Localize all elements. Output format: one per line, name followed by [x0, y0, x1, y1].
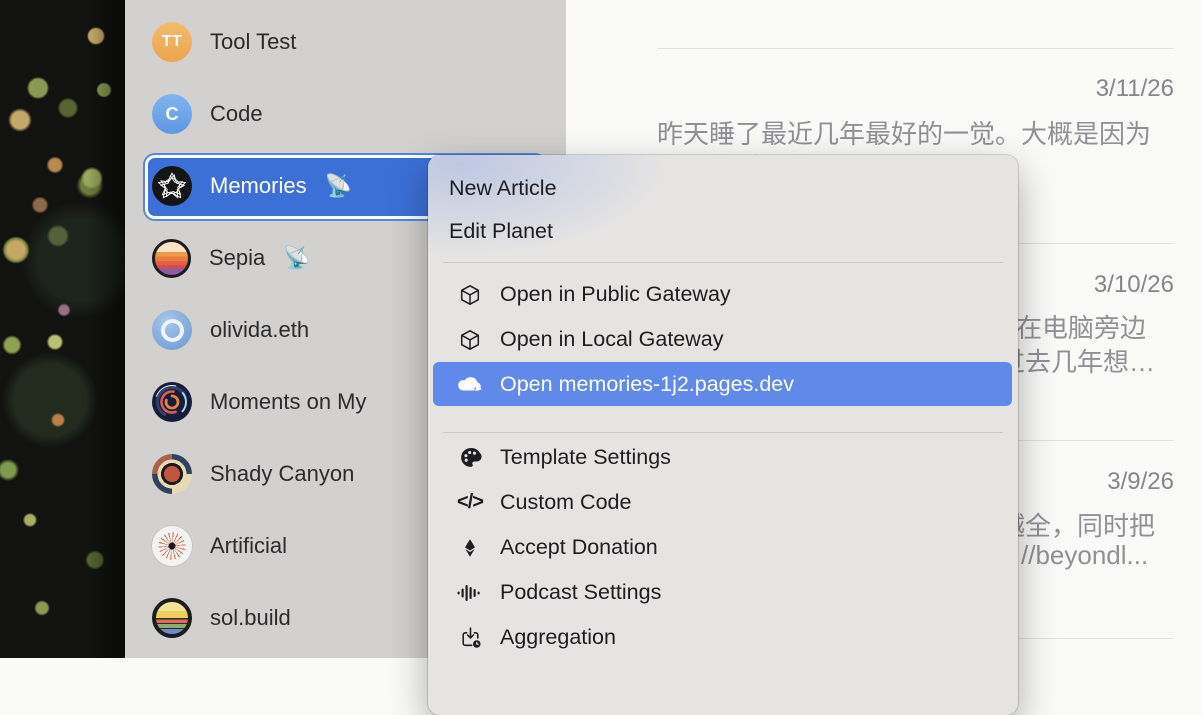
cube-icon	[455, 283, 485, 307]
menu-item-open-pages-dev[interactable]: Open memories-1j2.pages.dev	[433, 362, 1012, 406]
avatar-initials: TT	[162, 33, 183, 51]
menu-item-label: New Article	[449, 176, 557, 201]
article-date: 3/9/26	[1107, 468, 1174, 496]
article-date: 3/11/26	[1096, 75, 1174, 103]
cube-icon	[455, 328, 485, 352]
ring-icon	[161, 319, 184, 342]
sidebar-item-label: Artificial	[210, 533, 287, 559]
sidebar-item-label: Shady Canyon	[210, 461, 354, 487]
menu-item-label: Accept Donation	[500, 535, 658, 560]
planet-avatar-code: C	[152, 94, 192, 134]
menu-item-custom-code[interactable]: </> Custom Code	[428, 480, 1018, 525]
ethereum-icon	[455, 537, 485, 559]
sidebar-item-code[interactable]: C Code	[125, 78, 565, 150]
article-summary-line: 越全，同时把	[999, 506, 1155, 543]
article-summary-line: 在电脑旁边	[1016, 308, 1146, 345]
sidebar-item-label: Memories	[210, 173, 307, 199]
sidebar-item-label: Tool Test	[210, 29, 296, 55]
desktop-wallpaper	[0, 0, 125, 658]
menu-item-label: Custom Code	[500, 490, 631, 515]
palette-icon	[455, 445, 485, 470]
menu-item-label: Aggregation	[500, 625, 616, 650]
article-summary-line: //beyondl...	[1021, 540, 1148, 571]
planet-avatar-memories	[152, 166, 192, 206]
menu-separator	[443, 262, 1003, 263]
planet-avatar-tool-test: TT	[152, 22, 192, 62]
menu-item-open-public-gateway[interactable]: Open in Public Gateway	[428, 272, 1018, 317]
planet-avatar-sol-build	[152, 598, 192, 638]
avatar-initials: C	[166, 104, 179, 125]
sidebar-item-label: Sepia	[209, 245, 265, 271]
menu-item-label: Edit Planet	[449, 219, 553, 244]
planet-avatar-artificial	[152, 526, 192, 566]
sidebar-item-label: olivida.eth	[210, 317, 309, 343]
menu-item-label: Template Settings	[500, 445, 671, 470]
planet-context-menu: New Article Edit Planet Open in Public G…	[428, 155, 1018, 715]
planet-avatar-olivida	[152, 310, 192, 350]
article-separator	[657, 48, 1174, 49]
planet-avatar-sepia	[152, 239, 191, 278]
sidebar-item-label: Moments on My	[210, 389, 367, 415]
menu-separator	[443, 432, 1003, 433]
sidebar-item-label: Code	[210, 101, 263, 127]
menu-item-edit-planet[interactable]: Edit Planet	[428, 210, 1018, 253]
menu-item-label: Open memories-1j2.pages.dev	[500, 372, 794, 397]
menu-item-label: Open in Local Gateway	[500, 327, 724, 352]
menu-item-label: Podcast Settings	[500, 580, 661, 605]
menu-item-accept-donation[interactable]: Accept Donation	[428, 525, 1018, 570]
menu-item-podcast-settings[interactable]: Podcast Settings	[428, 570, 1018, 615]
satellite-dish-icon: 📡	[283, 245, 310, 271]
planet-avatar-moments	[152, 382, 192, 422]
download-clock-icon	[455, 625, 485, 650]
article-summary-line: 昨天睡了最近几年最好的一觉。大概是因为	[657, 114, 1151, 151]
menu-item-new-article[interactable]: New Article	[428, 167, 1018, 210]
planet-avatar-shady-canyon	[152, 454, 192, 494]
menu-item-open-local-gateway[interactable]: Open in Local Gateway	[428, 317, 1018, 362]
sidebar-item-label: sol.build	[210, 605, 291, 631]
menu-item-template-settings[interactable]: Template Settings	[428, 435, 1018, 480]
article-summary-line: 过去几年想…	[999, 342, 1155, 379]
moments-swirl-icon	[152, 382, 192, 422]
sidebar-item-tool-test[interactable]: TT Tool Test	[125, 6, 565, 78]
cloudflare-cloud-icon	[454, 375, 484, 393]
memories-star-icon	[152, 166, 192, 206]
waveform-icon	[455, 581, 485, 605]
satellite-dish-icon: 📡	[325, 173, 352, 199]
menu-item-label: Open in Public Gateway	[500, 282, 731, 307]
menu-item-aggregation[interactable]: Aggregation	[428, 615, 1018, 660]
code-icon: </>	[455, 491, 485, 514]
article-date: 3/10/26	[1094, 271, 1174, 299]
